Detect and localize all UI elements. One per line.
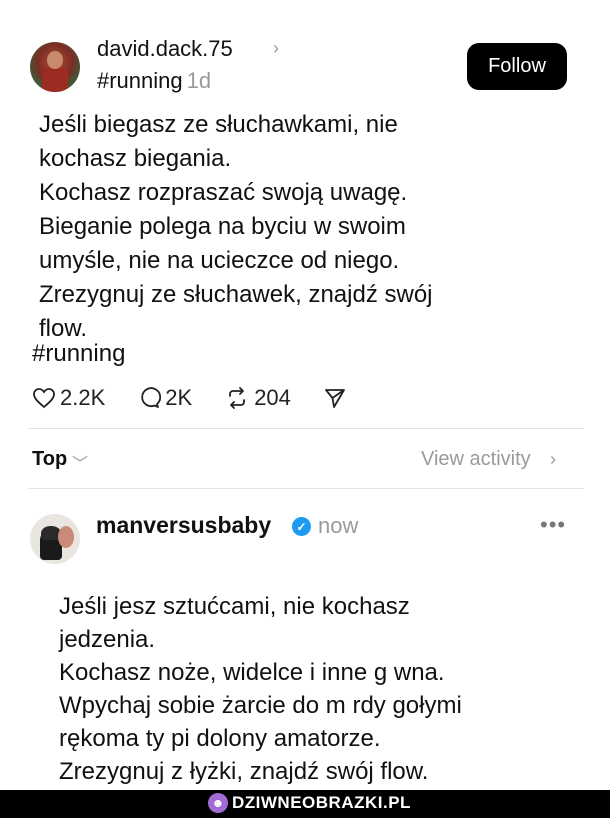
reply-body-line: Kochasz noże, widelce i inne g wna.: [59, 659, 445, 686]
reply-post: manversusbaby ✓ now ••• Jeśli jesz sztuć…: [0, 500, 610, 790]
reply-username[interactable]: manversusbaby: [96, 512, 271, 539]
post-body-line: umyśle, nie na ucieczce od niego.: [39, 247, 400, 274]
like-count: 2.2K: [60, 385, 106, 410]
follow-button[interactable]: Follow: [467, 43, 567, 90]
send-icon: [325, 389, 345, 408]
chevron-right-icon[interactable]: ›: [550, 449, 556, 470]
post-topic[interactable]: #running 1d: [97, 68, 211, 94]
author-avatar[interactable]: [30, 42, 80, 92]
reply-body-line: Wpychaj sobie żarcie do m rdy gołymi: [59, 692, 462, 719]
author-username[interactable]: david.dack.75: [97, 36, 233, 62]
post-actions: 2.2K 2K 204: [32, 384, 383, 412]
more-options-button[interactable]: •••: [540, 512, 566, 538]
reply-body: Jeśli jesz sztućcami, nie kochasz jedzeni…: [59, 590, 569, 788]
reply-body-line: rękoma ty pi dolony amatorze.: [59, 725, 381, 752]
avatar-baby: [58, 526, 74, 548]
post-body-line: Jeśli biegasz ze słuchawkami, nie: [39, 111, 398, 138]
reply-body-line: jedzenia.: [59, 626, 156, 653]
post-body: Jeśli biegasz ze słuchawkami, nie kochasz…: [39, 108, 579, 346]
comment-count: 2K: [165, 385, 193, 410]
reply-time: now: [318, 513, 359, 538]
heart-icon: [33, 388, 55, 409]
comment-bubble-icon: [141, 387, 162, 408]
repost-count: 204: [254, 385, 291, 410]
avatar-shirt: [42, 68, 68, 92]
post-body-line: Jeśli biegasz ze słuchawkami, nie kochasz…: [39, 108, 579, 346]
repost-button[interactable]: 204: [224, 385, 291, 411]
comment-button[interactable]: 2K: [137, 385, 192, 411]
brand-text: DZIWNEOBRAZKI.PL: [232, 793, 411, 812]
replies-sort-bar: Top ﹀ View activity ›: [0, 440, 610, 480]
original-post: david.dack.75 › #running 1d Follow Jeśli …: [0, 0, 610, 420]
reply-body-line: Jeśli jesz sztućcami, nie kochasz: [59, 593, 410, 620]
divider: [28, 428, 584, 429]
view-activity-link[interactable]: View activity: [421, 448, 531, 471]
post-body-line: Zrezygnuj ze słuchawek, znajdź swój: [39, 281, 433, 308]
avatar-head: [47, 51, 63, 69]
chevron-right-icon[interactable]: ›: [273, 38, 279, 59]
share-button[interactable]: [323, 386, 351, 410]
watermark: ☻ DZIWNEOBRAZKI.PL: [208, 793, 411, 813]
chevron-down-icon[interactable]: ﹀: [72, 450, 88, 474]
topic-tag[interactable]: #running: [97, 68, 183, 93]
verified-badge-icon: ✓: [292, 517, 311, 536]
brand-logo-icon: ☻: [208, 793, 228, 813]
reply-avatar[interactable]: [30, 514, 80, 564]
divider: [28, 488, 584, 489]
post-body-line: Kochasz rozpraszać swoją uwagę.: [39, 179, 408, 206]
like-button[interactable]: 2.2K: [32, 385, 105, 411]
watermark-bar: ☻ DZIWNEOBRAZKI.PL: [0, 790, 610, 818]
sort-dropdown[interactable]: Top: [32, 448, 67, 471]
reply-body-line: Zrezygnuj z łyżki, znajdź swój flow.: [59, 758, 429, 785]
post-body-line: kochasz biegania.: [39, 145, 232, 172]
repost-icon: [229, 387, 246, 409]
post-hashtag[interactable]: #running: [32, 340, 125, 368]
post-body-line: Bieganie polega na byciu w swoim: [39, 213, 406, 240]
reply-body-line: Jeśli jesz sztućcami, nie kochasz jedzeni…: [59, 590, 569, 788]
post-age: 1d: [186, 68, 212, 93]
